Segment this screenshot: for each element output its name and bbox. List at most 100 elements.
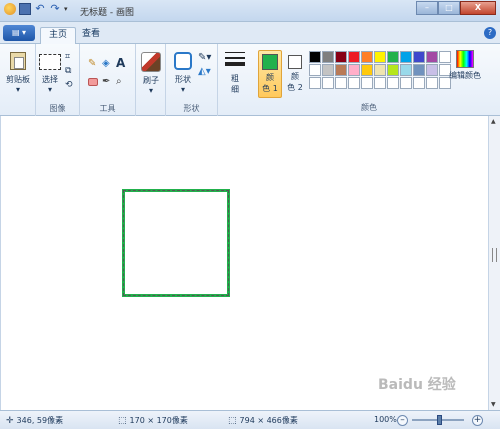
clipboard-icon xyxy=(10,52,26,70)
redo-icon[interactable]: ↷ xyxy=(49,3,61,15)
rotate-icon[interactable]: ⟲ xyxy=(65,80,77,92)
canvas-size-icon: ⬚ xyxy=(228,415,237,426)
color1-swatch xyxy=(262,54,278,70)
select-label: 选择 xyxy=(42,75,58,84)
color2-label-bottom: 色 2 xyxy=(287,83,303,92)
color2-button[interactable]: 颜 色 2 xyxy=(285,50,305,98)
palette-swatch[interactable] xyxy=(361,77,373,89)
green-square-selection[interactable] xyxy=(122,189,230,297)
zoom-slider-thumb[interactable] xyxy=(437,415,442,425)
crop-icon[interactable]: ⌗ xyxy=(65,52,77,64)
brushes-button[interactable]: 刷子 ▾ xyxy=(139,52,163,95)
scroll-grip[interactable] xyxy=(492,248,497,262)
color-palette xyxy=(309,51,451,89)
selection-icon: ⬚ xyxy=(118,415,127,426)
selection-size: ⬚ 170 × 170像素 xyxy=(118,415,188,426)
palette-swatch[interactable] xyxy=(348,51,360,63)
customize-dropdown-icon[interactable]: ▾ xyxy=(64,3,76,15)
color-picker-icon[interactable]: ✒ xyxy=(102,76,114,88)
palette-swatch[interactable] xyxy=(322,51,334,63)
palette-swatch[interactable] xyxy=(309,64,321,76)
tab-view[interactable]: 查看 xyxy=(74,27,108,44)
palette-swatch[interactable] xyxy=(374,64,386,76)
undo-icon[interactable]: ↶ xyxy=(34,3,46,15)
zoom-in-button[interactable]: + xyxy=(472,415,483,426)
palette-swatch[interactable] xyxy=(374,77,386,89)
palette-swatch[interactable] xyxy=(400,77,412,89)
color1-label-top: 颜 xyxy=(266,73,274,82)
window-title: 无标题 - 画图 xyxy=(80,8,134,18)
palette-swatch[interactable] xyxy=(335,51,347,63)
save-icon[interactable] xyxy=(19,3,31,15)
paint-app-icon[interactable] xyxy=(4,3,16,15)
scroll-up-icon[interactable]: ▲ xyxy=(491,118,496,125)
edit-colors-button[interactable]: 编辑颜色 xyxy=(448,50,482,81)
text-tool-icon[interactable]: A xyxy=(116,56,128,70)
size-label-top: 粗 xyxy=(231,74,239,83)
pencil-icon[interactable]: ✎ xyxy=(88,58,100,70)
palette-swatch[interactable] xyxy=(413,51,425,63)
crosshair-icon: ✛ xyxy=(6,415,14,426)
select-icon xyxy=(39,54,61,70)
status-bar: ✛ 346, 59像素 ⬚ 170 × 170像素 ⬚ 794 × 466像素 … xyxy=(0,410,500,429)
minimize-button[interactable]: – xyxy=(416,1,438,15)
palette-swatch[interactable] xyxy=(387,77,399,89)
title-bar: ↶ ↷ ▾ 无标题 - 画图 – □ X xyxy=(0,0,500,22)
shapes-group-label: 形状 xyxy=(183,104,200,113)
shapes-label: 形状 xyxy=(175,75,191,84)
fill-shape-icon[interactable]: ◭▾ xyxy=(198,66,211,78)
size-button[interactable]: 粗 细 xyxy=(223,52,247,95)
fill-icon[interactable]: ◈ xyxy=(102,58,114,70)
palette-swatch[interactable] xyxy=(387,64,399,76)
palette-swatch[interactable] xyxy=(348,77,360,89)
line-size-icon xyxy=(225,52,245,68)
magnifier-icon[interactable]: ⌕ xyxy=(116,76,128,88)
brushes-group: 刷子 ▾ xyxy=(136,44,166,116)
palette-swatch[interactable] xyxy=(426,51,438,63)
palette-swatch[interactable] xyxy=(335,77,347,89)
canvas-size-text: 794 × 466像素 xyxy=(239,416,298,425)
zoom-out-button[interactable]: – xyxy=(397,415,408,426)
help-icon[interactable]: ? xyxy=(484,27,496,39)
palette-swatch[interactable] xyxy=(413,77,425,89)
file-menu-button[interactable]: ▤ ▾ xyxy=(3,25,35,41)
clipboard-button[interactable]: 剪贴板 ▾ xyxy=(4,52,32,94)
palette-swatch[interactable] xyxy=(400,51,412,63)
maximize-button[interactable]: □ xyxy=(438,1,460,15)
scroll-down-icon[interactable]: ▼ xyxy=(491,401,496,408)
palette-swatch[interactable] xyxy=(387,51,399,63)
resize-icon[interactable]: ⧉ xyxy=(65,66,77,78)
canvas-size: ⬚ 794 × 466像素 xyxy=(228,415,298,426)
image-group-label: 图像 xyxy=(49,104,66,113)
palette-swatch[interactable] xyxy=(348,64,360,76)
palette-swatch[interactable] xyxy=(426,77,438,89)
tab-home[interactable]: 主页 xyxy=(40,27,77,44)
palette-swatch[interactable] xyxy=(322,64,334,76)
outline-icon[interactable]: ✎▾ xyxy=(198,52,211,64)
ribbon-tabs: ▤ ▾ 主页 查看 ? xyxy=(0,22,500,44)
palette-swatch[interactable] xyxy=(361,64,373,76)
palette-swatch[interactable] xyxy=(426,64,438,76)
canvas[interactable] xyxy=(0,116,488,410)
color2-label-top: 颜 xyxy=(291,72,299,81)
zoom-level: 100% xyxy=(374,415,397,424)
quick-access-toolbar: ↶ ↷ ▾ xyxy=(4,3,76,15)
edit-colors-label: 编辑颜色 xyxy=(449,71,481,80)
palette-swatch[interactable] xyxy=(322,77,334,89)
palette-swatch[interactable] xyxy=(335,64,347,76)
chevron-down-icon: ▾ xyxy=(180,85,185,94)
close-button[interactable]: X xyxy=(460,1,496,15)
palette-swatch[interactable] xyxy=(361,51,373,63)
palette-swatch[interactable] xyxy=(309,51,321,63)
palette-swatch[interactable] xyxy=(309,77,321,89)
select-button[interactable]: 选择 ▾ xyxy=(38,54,62,94)
color1-button[interactable]: 颜 色 1 xyxy=(258,50,282,98)
vertical-scrollbar[interactable]: ▲ ▼ xyxy=(488,116,500,410)
eraser-icon[interactable] xyxy=(88,78,98,86)
shapes-button[interactable]: 形状 ▾ xyxy=(170,52,196,94)
size-group: 粗 细 xyxy=(218,44,252,116)
chevron-down-icon: ▾ xyxy=(15,85,20,94)
palette-swatch[interactable] xyxy=(413,64,425,76)
palette-swatch[interactable] xyxy=(400,64,412,76)
palette-swatch[interactable] xyxy=(374,51,386,63)
